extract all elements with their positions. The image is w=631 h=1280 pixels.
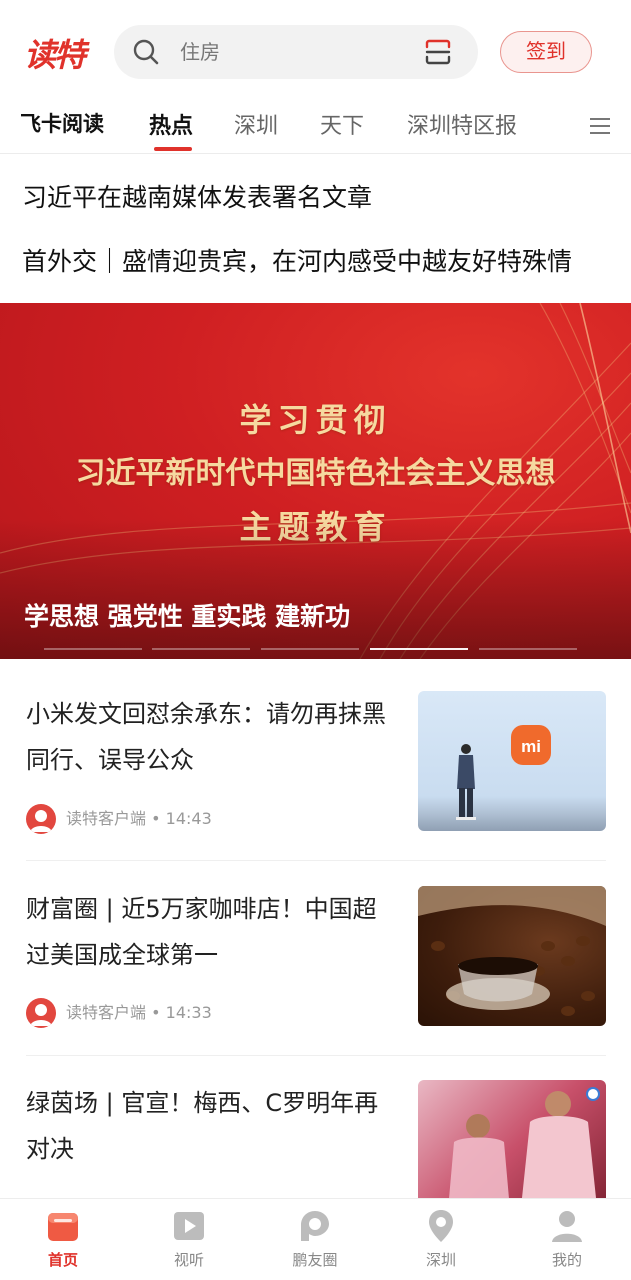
search-icon[interactable] [132, 38, 160, 66]
scan-icon[interactable] [424, 38, 452, 66]
tab-shenzhen[interactable]: 深圳 [234, 108, 278, 140]
football-players-photo[interactable] [418, 1080, 606, 1198]
channel-tabs: 飞卡阅读 热点 深圳 天下 深圳特区报 [0, 100, 631, 154]
active-tab-indicator [154, 147, 192, 151]
nav-label: 我的 [551, 1251, 582, 1269]
tab-sz-special-zone-daily[interactable]: 深圳特区报 [407, 108, 517, 140]
location-icon [429, 1210, 453, 1242]
banner-line-2: 习近平新时代中国特色社会主义思想 [75, 456, 556, 491]
nav-label: 首页 [47, 1251, 78, 1269]
news-title[interactable]: 小米发文回怼余承东：请勿再抹黑同行、误导公众 [26, 691, 386, 783]
nav-profile[interactable]: 我的 [504, 1199, 630, 1280]
news-item[interactable]: 财富圈 | 近5万家咖啡店！中国超过美国成全球第一 读特客户端 • 14:33 [26, 886, 606, 1028]
nav-shenzhen[interactable]: 深圳 [378, 1199, 504, 1280]
app-header: 读特 签到 [0, 0, 631, 100]
banner-caption: 学思想 强党性 重实践 建新功 [24, 602, 351, 631]
news-item[interactable]: 小米发文回怼余承东：请勿再抹黑同行、误导公众 读特客户端 • 14:43 mi [26, 691, 606, 834]
nav-pengyouquan[interactable]: 鹏友圈 [252, 1199, 378, 1280]
news-title[interactable]: 绿茵场 | 官宣！梅西、C罗明年再对决 [26, 1080, 386, 1172]
tabs-fade [545, 100, 631, 153]
meta-separator: • [151, 1003, 161, 1022]
tab-feika[interactable]: 飞卡阅读 [20, 108, 104, 138]
pengyou-icon [301, 1211, 329, 1241]
thumb-illustration [418, 886, 606, 1016]
news-source: 读特客户端 [66, 809, 147, 828]
news-source: 读特客户端 [66, 1003, 147, 1022]
banner-shade [0, 519, 631, 659]
nav-label: 鹏友圈 [292, 1251, 338, 1269]
carousel-dot[interactable] [479, 648, 577, 650]
nav-home[interactable]: 首页 [0, 1199, 126, 1280]
coffee-beans-photo[interactable] [418, 886, 606, 1026]
tab-hot[interactable]: 热点 [149, 108, 193, 140]
news-time: 14:33 [165, 1003, 212, 1022]
list-divider [26, 1055, 606, 1056]
banner-line-1: 学习贯彻 [239, 401, 392, 439]
avatar-person-icon [30, 1004, 52, 1026]
nav-label: 视听 [173, 1251, 204, 1269]
headline-2[interactable]: 首外交｜盛情迎贵宾，在河内感受中越友好特殊情 [22, 242, 572, 278]
app-logo[interactable]: 读特 [24, 30, 86, 76]
news-time: 14:43 [165, 809, 212, 828]
mi-logo-text: mi [521, 737, 541, 756]
profile-icon [552, 1211, 582, 1242]
carousel-dot[interactable] [44, 648, 142, 650]
carousel-dot[interactable] [261, 648, 359, 650]
signin-button[interactable]: 签到 [500, 31, 592, 73]
news-item[interactable]: 绿茵场 | 官宣！梅西、C罗明年再对决 [26, 1080, 606, 1198]
carousel-dot[interactable] [152, 648, 250, 650]
menu-icon[interactable] [589, 116, 611, 136]
carousel-banner[interactable]: 学习贯彻 习近平新时代中国特色社会主义思想 主题教育 学思想 强党性 重实践 建… [0, 303, 631, 659]
home-icon [48, 1213, 78, 1241]
source-avatar [26, 804, 56, 834]
list-divider [26, 860, 606, 861]
bottom-navigation: 首页 视听 鹏友圈 深圳 我的 [0, 1198, 631, 1280]
search-bar[interactable] [114, 25, 478, 79]
news-title[interactable]: 财富圈 | 近5万家咖啡店！中国超过美国成全球第一 [26, 886, 386, 978]
nav-label: 深圳 [425, 1251, 456, 1269]
play-icon [174, 1212, 204, 1240]
headline-1[interactable]: 习近平在越南媒体发表署名文章 [22, 178, 372, 214]
meta-separator: • [151, 809, 161, 828]
nav-video[interactable]: 视听 [126, 1199, 252, 1280]
carousel-dot-active[interactable] [370, 648, 468, 650]
avatar-person-icon [30, 810, 52, 832]
thumb-illustration [449, 1087, 600, 1198]
search-input[interactable] [180, 25, 410, 79]
source-avatar [26, 998, 56, 1028]
tab-world[interactable]: 天下 [320, 108, 364, 140]
thumb-illustration: mi [456, 725, 551, 820]
xiaomi-stage-photo[interactable]: mi [418, 691, 606, 831]
